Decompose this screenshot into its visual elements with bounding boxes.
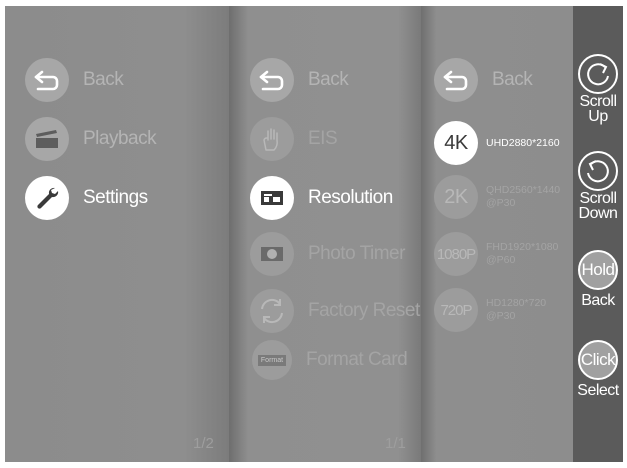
page-indicator: 1/1 bbox=[385, 435, 406, 452]
hold-back-label: Back bbox=[581, 292, 615, 309]
format-icon-text: Format bbox=[257, 354, 287, 366]
resolution-option-text: HD1280*720 @P30 bbox=[486, 297, 546, 323]
reset-arrows-icon bbox=[250, 289, 294, 333]
menu-item-label: Playback bbox=[83, 128, 157, 149]
badge-text: 1080P bbox=[436, 245, 476, 263]
rotate-ccw-icon bbox=[578, 151, 618, 191]
resolution-line1: HD1280*720 bbox=[486, 297, 547, 309]
hand-shake-icon bbox=[250, 117, 294, 161]
settings-item-label: Photo Timer bbox=[308, 243, 405, 264]
resolution-badge: 2K bbox=[434, 175, 478, 219]
click-circle: Click bbox=[578, 340, 618, 380]
settings-item-label: Format Card bbox=[306, 349, 408, 370]
control-hints-sidebar: Scroll Up Scroll Down Hold Back Click Se… bbox=[573, 6, 623, 462]
scroll-down-label-1: Scroll bbox=[579, 190, 617, 207]
resolution-option-4k[interactable]: 4K UHD2880*2160 bbox=[434, 121, 560, 165]
back-arrow-icon bbox=[250, 58, 294, 102]
resolution-icon bbox=[250, 176, 294, 220]
hold-back-button[interactable]: Hold Back bbox=[573, 250, 623, 309]
resolution-option-2k[interactable]: 2K QHD2560*1440 @P30 bbox=[434, 175, 560, 219]
page-indicator: 1/2 bbox=[193, 435, 214, 452]
resolution-badge: 1080P bbox=[434, 232, 478, 276]
resolution-option-text: FHD1920*1080 @P60 bbox=[486, 241, 558, 267]
back-arrow-icon bbox=[25, 58, 69, 102]
resolution-option-1080p[interactable]: 1080P FHD1920*1080 @P60 bbox=[434, 232, 558, 276]
format-icon: Format bbox=[252, 340, 292, 380]
wrench-icon bbox=[25, 176, 69, 220]
settings-item-factory-reset[interactable]: Factory Reset bbox=[250, 289, 420, 333]
resolution-item-back[interactable]: Back bbox=[434, 58, 533, 102]
resolution-option-720p[interactable]: 720P HD1280*720 @P30 bbox=[434, 288, 546, 332]
menu-item-label: Back bbox=[83, 69, 124, 90]
menu-item-back[interactable]: Back bbox=[25, 58, 124, 102]
resolution-line1: UHD2880*2160 bbox=[486, 136, 560, 149]
resolution-line2: @P60 bbox=[486, 254, 516, 266]
rotate-cw-icon bbox=[578, 54, 618, 94]
badge-text: 4K bbox=[444, 131, 468, 154]
badge-text: 720P bbox=[440, 301, 472, 319]
scroll-up-button[interactable]: Scroll Up bbox=[573, 54, 623, 125]
hold-circle: Hold bbox=[578, 250, 618, 290]
settings-item-back[interactable]: Back bbox=[250, 58, 349, 102]
resolution-line1: FHD1920*1080 bbox=[486, 241, 559, 253]
settings-item-resolution[interactable]: Resolution bbox=[250, 176, 393, 220]
resolution-line2: @P30 bbox=[486, 197, 516, 209]
camera-timer-icon bbox=[250, 232, 294, 276]
settings-panel: Back EIS Resolution Photo Timer Factory … bbox=[229, 6, 421, 462]
resolution-item-label: Back bbox=[492, 69, 533, 90]
scroll-down-button[interactable]: Scroll Down bbox=[573, 151, 623, 222]
click-select-button[interactable]: Click Select bbox=[573, 340, 623, 399]
scroll-up-label-2: Up bbox=[588, 108, 608, 125]
scroll-down-label-2: Down bbox=[578, 205, 618, 222]
settings-item-label: Back bbox=[308, 69, 349, 90]
resolution-option-text: UHD2880*2160 bbox=[486, 137, 560, 150]
settings-item-photo-timer[interactable]: Photo Timer bbox=[250, 232, 405, 276]
main-menu-panel: Back Playback Settings 1/2 bbox=[5, 6, 229, 462]
settings-item-label: EIS bbox=[308, 128, 338, 149]
settings-item-format-card[interactable]: Format Format Card bbox=[250, 340, 408, 380]
settings-item-eis[interactable]: EIS bbox=[250, 117, 338, 161]
camera-menu-screen: Back Playback Settings 1/2 Back EIS Reso… bbox=[5, 6, 623, 462]
scroll-up-label-1: Scroll bbox=[579, 93, 617, 110]
folder-icon bbox=[25, 117, 69, 161]
resolution-badge: 4K bbox=[434, 121, 478, 165]
menu-item-label: Settings bbox=[83, 187, 148, 208]
settings-item-label: Factory Reset bbox=[308, 300, 420, 321]
resolution-option-text: QHD2560*1440 @P30 bbox=[486, 184, 560, 210]
menu-item-settings[interactable]: Settings bbox=[25, 176, 148, 220]
back-arrow-icon bbox=[434, 58, 478, 102]
click-select-label: Select bbox=[577, 382, 619, 399]
resolution-line1: QHD2560*1440 bbox=[486, 184, 561, 196]
resolution-badge: 720P bbox=[434, 288, 478, 332]
settings-item-label: Resolution bbox=[308, 187, 393, 208]
resolution-panel: Back 4K UHD2880*2160 2K QHD2560*1440 @P3… bbox=[421, 6, 573, 462]
resolution-line2: @P30 bbox=[486, 310, 516, 322]
badge-text: 2K bbox=[444, 185, 468, 208]
menu-item-playback[interactable]: Playback bbox=[25, 117, 157, 161]
